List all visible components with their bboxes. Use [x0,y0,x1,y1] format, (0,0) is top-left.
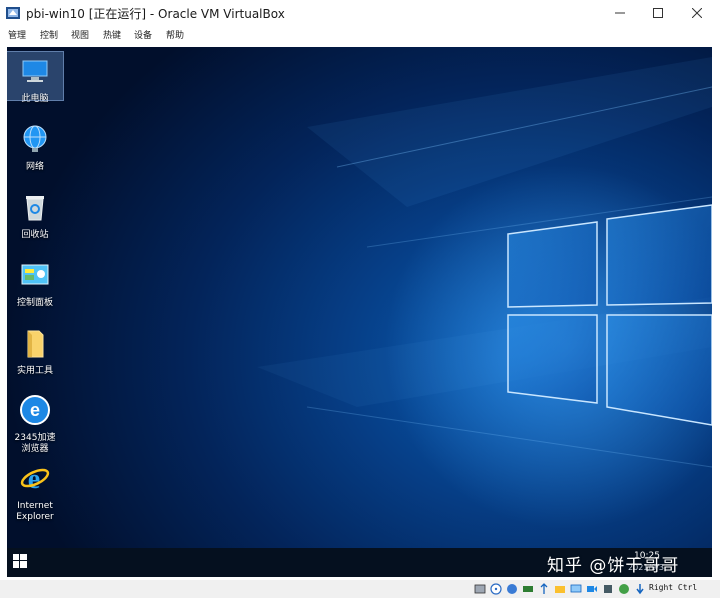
virtualbox-icon [6,7,20,19]
maximize-icon [653,8,663,18]
maximize-button[interactable] [641,0,675,26]
audio-icon[interactable] [506,583,518,595]
menu-view[interactable]: 视图 [71,28,89,41]
host-key-label: Right Ctrl [649,583,698,592]
menu-help[interactable]: 帮助 [166,28,184,41]
browser-2345-icon: e [20,395,50,425]
usb-icon[interactable] [538,583,550,595]
host-key-arrow-icon[interactable] [634,583,646,595]
this-pc-icon [22,60,48,82]
hard-disk-icon[interactable] [474,583,486,595]
desktop-icon-label: 实用工具 [16,366,53,376]
optical-drive-icon[interactable] [490,583,502,595]
shared-folders-icon[interactable] [554,583,566,595]
menu-control[interactable]: 控制 [40,28,58,41]
desktop-icon-label: 回收站 [21,230,49,240]
svg-text:e: e [28,464,40,494]
desktop-icon-this-pc[interactable]: 此电脑 [7,51,64,104]
cpu-icon[interactable] [602,583,614,595]
svg-text:e: e [30,400,40,420]
desktop-icon-control-panel[interactable]: 控制面板 [7,259,63,309]
window-title-bar[interactable]: pbi-win10 [正在运行] - Oracle VM VirtualBox [0,0,720,26]
desktop-icon-2345-browser[interactable]: e 2345加速浏览器 [7,394,63,455]
recycle-bin-icon [26,196,44,221]
menu-bar: 管理 控制 视图 热键 设备 帮助 [0,26,720,44]
folder-icon [27,330,44,358]
desktop-icon-utilities-folder[interactable]: 实用工具 [7,327,63,377]
menu-hotkeys[interactable]: 热键 [103,28,121,41]
desktop-icon-internet-explorer[interactable]: e Internet Explorer [7,462,63,523]
close-button[interactable] [680,0,714,26]
vm-guest-screen[interactable]: 此电脑 网络 回收站 控制面板 实用工具 e 2345加速浏览器 e Inter… [7,47,712,577]
desktop-icon-label: Internet Explorer [16,501,54,522]
watermark-text: 知乎 @饼干哥哥 [547,556,680,576]
network-adapter-icon[interactable] [522,583,534,595]
desktop-icon-label: 2345加速浏览器 [14,433,56,454]
minimize-button[interactable] [603,0,637,26]
desktop-icon-label: 控制面板 [16,298,53,308]
network-icon [23,125,47,152]
menu-devices[interactable]: 设备 [134,28,152,41]
internet-explorer-icon: e [20,464,50,495]
window-title: pbi-win10 [正在运行] - Oracle VM VirtualBox [26,7,285,21]
mouse-integration-icon[interactable] [618,583,630,595]
wallpaper-windows-logo [257,57,712,468]
menu-manage[interactable]: 管理 [8,28,26,41]
minimize-icon [615,12,625,14]
display-icon[interactable] [570,583,582,595]
windows-start-button[interactable] [13,554,27,568]
close-icon [692,8,702,18]
desktop-icon-recycle-bin[interactable]: 回收站 [7,191,63,241]
control-panel-icon [21,264,49,285]
desktop-icon-label: 此电脑 [21,94,49,104]
vm-status-bar: Right Ctrl [0,580,720,598]
video-capture-icon[interactable] [586,583,598,595]
desktop-icon-network[interactable]: 网络 [7,123,63,173]
desktop-icon-label: 网络 [25,162,44,172]
